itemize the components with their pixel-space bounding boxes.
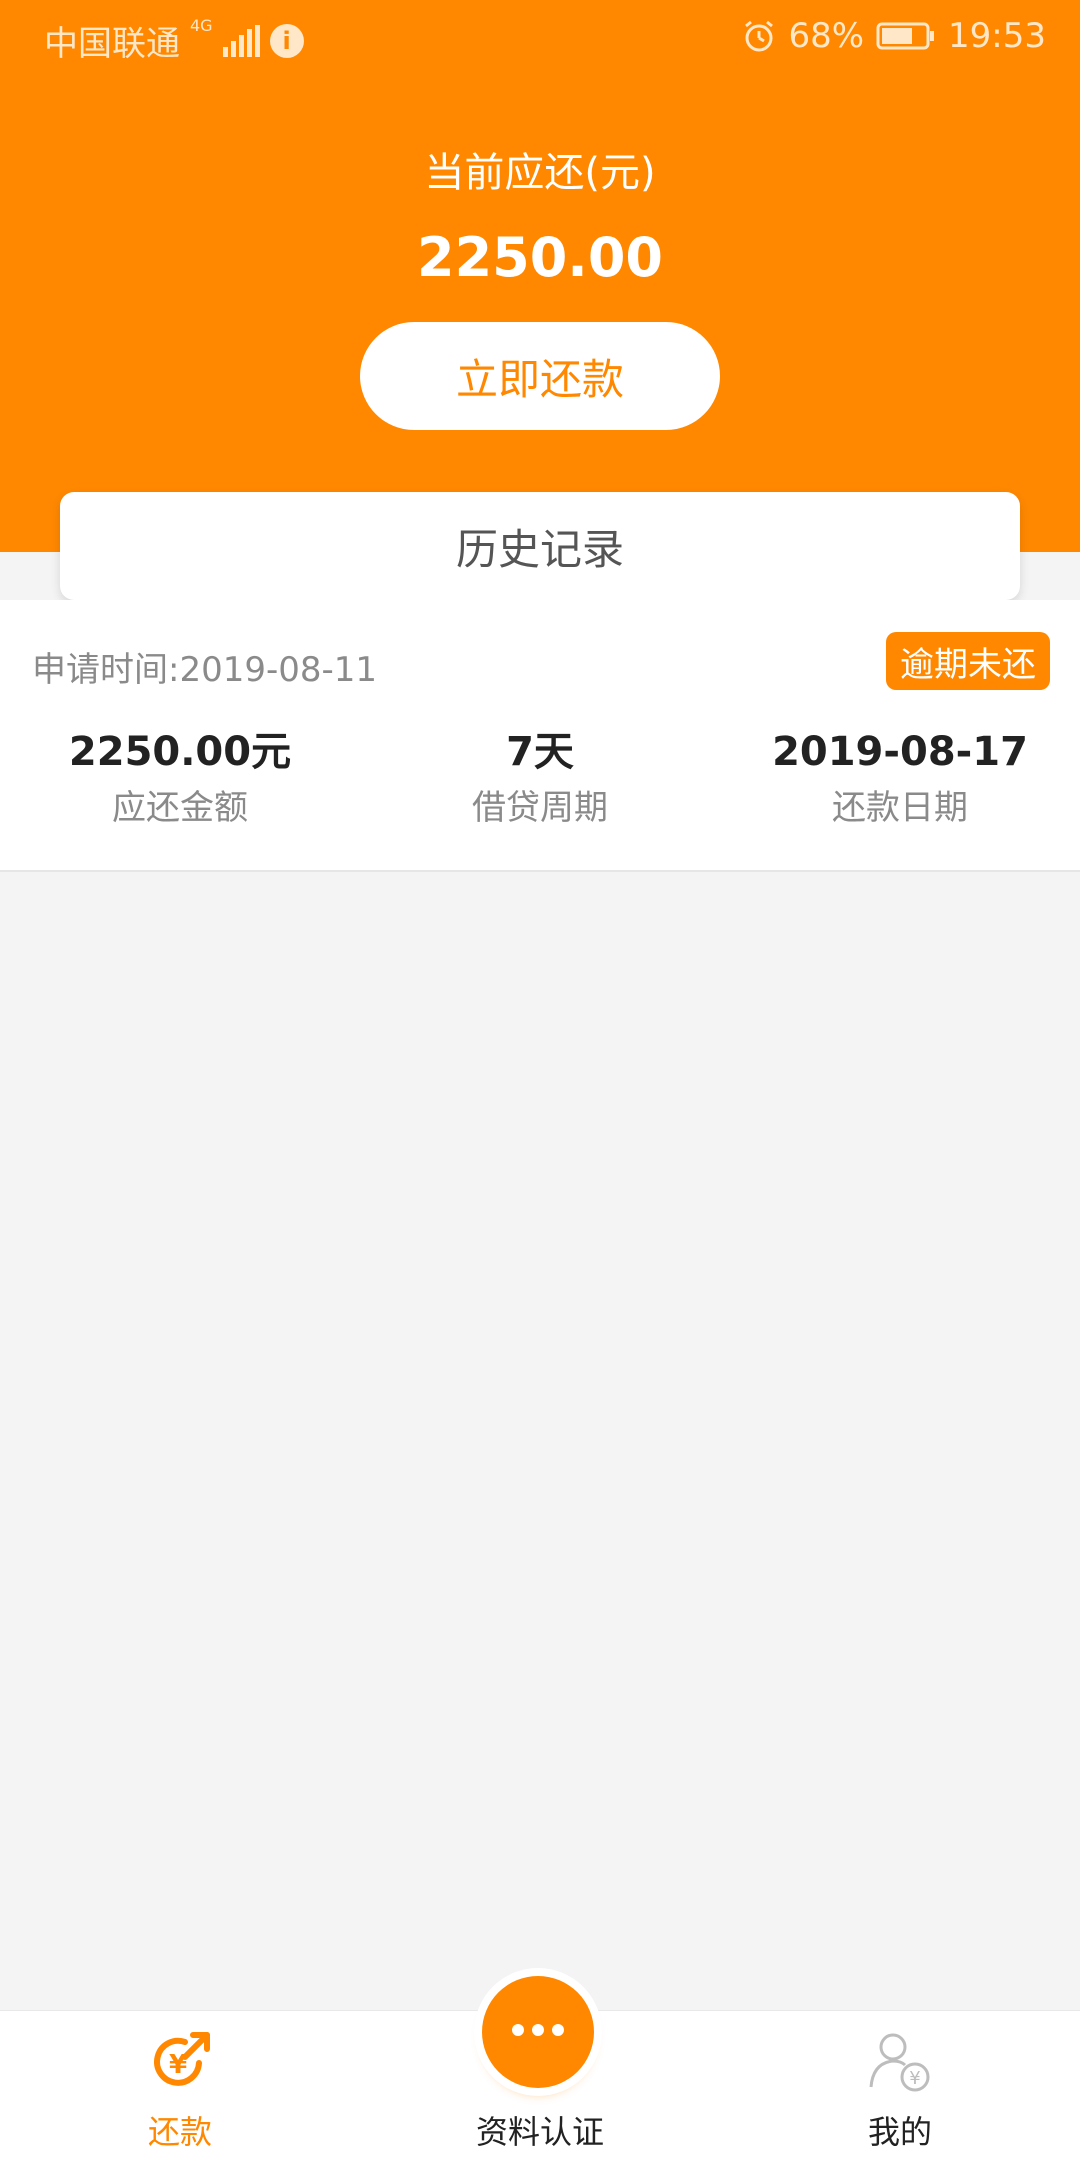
svg-text:¥: ¥ <box>169 2050 187 2080</box>
clock-time: 19:53 <box>948 16 1046 56</box>
more-dots-icon <box>510 2022 566 2042</box>
user-yen-icon: ¥ <box>865 2027 935 2101</box>
stat-loan-period: 7天 借贷周期 <box>360 728 720 828</box>
nav-item-mine[interactable]: ¥ 我的 <box>720 2011 1080 2160</box>
nav-item-repay[interactable]: ¥ 还款 <box>0 2011 360 2160</box>
status-left: 中国联通 4G i <box>44 16 304 65</box>
verification-fab-button[interactable] <box>482 1976 594 2088</box>
nav-label: 我的 <box>867 2113 932 2151</box>
amount-due-value: 2250.00 <box>417 226 663 289</box>
battery-icon <box>876 21 936 51</box>
apply-time: 申请时间:2019-08-11 <box>32 650 378 690</box>
stat-label: 借贷周期 <box>472 788 608 828</box>
battery-percent: 68% <box>788 16 865 56</box>
app-screen: 中国联通 4G i 68% 19:53 当前应还(元) 2250.00 立即还款… <box>0 0 1080 2160</box>
svg-text:¥: ¥ <box>909 2068 920 2089</box>
stat-label: 还款日期 <box>832 788 968 828</box>
status-badge: 逾期未还 <box>886 632 1050 690</box>
stat-amount-due: 2250.00元 应还金额 <box>0 728 360 828</box>
stat-label: 应还金额 <box>112 788 248 828</box>
repay-yen-icon: ¥ <box>145 2027 215 2101</box>
history-records-tab[interactable]: 历史记录 <box>60 492 1020 600</box>
stat-value: 2019-08-17 <box>772 729 1028 775</box>
nav-label: 还款 <box>147 2113 212 2151</box>
repay-now-button[interactable]: 立即还款 <box>360 322 720 430</box>
status-bar: 中国联通 4G i 68% 19:53 <box>0 0 1080 74</box>
status-right: 68% 19:53 <box>742 16 1046 56</box>
signal-icon <box>222 24 260 57</box>
stat-value: 7天 <box>506 729 574 775</box>
nav-label: 资料认证 <box>475 2113 604 2151</box>
info-icon: i <box>269 23 304 58</box>
loan-record-card[interactable]: 申请时间:2019-08-11 逾期未还 2250.00元 应还金额 7天 借贷… <box>0 600 1080 872</box>
header-banner: 中国联通 4G i 68% 19:53 当前应还(元) 2250.00 立即还款 <box>0 0 1080 552</box>
stat-value: 2250.00元 <box>68 729 292 775</box>
stat-repay-date: 2019-08-17 还款日期 <box>720 728 1080 828</box>
amount-due-title: 当前应还(元) <box>424 150 656 196</box>
alarm-clock-icon <box>742 19 776 53</box>
network-type: 4G <box>190 16 213 35</box>
carrier-name: 中国联通 <box>44 24 180 64</box>
